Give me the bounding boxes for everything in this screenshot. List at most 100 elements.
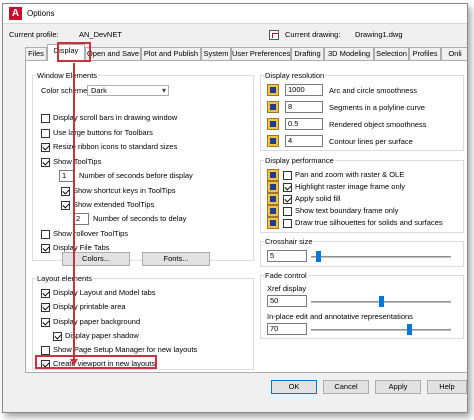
tab-selection[interactable]: Selection — [374, 47, 409, 61]
current-profile-value: AN_DevNET — [79, 30, 122, 39]
help-button[interactable]: Help — [427, 380, 467, 394]
crosshair-size-group: Crosshair size 5 — [260, 237, 464, 267]
tab-3d-modeling[interactable]: 3D Modeling — [324, 47, 374, 61]
paper-shadow-checkbox[interactable] — [53, 332, 62, 341]
inplace-edit-input[interactable]: 70 — [267, 323, 307, 335]
polyline-segments-input[interactable]: 8 — [285, 101, 323, 113]
contour-lines-icon — [267, 135, 279, 147]
shortcut-keys-label: Show shortcut keys in ToolTips — [73, 186, 176, 195]
paper-background-label: Display paper background — [53, 317, 141, 326]
tab-strip: Files Display Open and Save Plot and Pub… — [25, 44, 467, 61]
silhouettes-checkbox[interactable] — [283, 219, 292, 228]
xref-slider-thumb[interactable] — [379, 296, 384, 307]
inplace-edit-label: In-place edit and annotative representat… — [267, 312, 413, 321]
crosshair-size-input[interactable]: 5 — [267, 250, 307, 262]
drawing-icon — [269, 30, 279, 40]
tab-open-and-save[interactable]: Open and Save — [85, 47, 141, 61]
rendered-smoothness-label: Rendered object smoothness — [329, 120, 427, 129]
display-tab-content: Window Elements Color scheme: Dark Displ… — [25, 60, 467, 373]
display-performance-title: Display performance — [264, 156, 335, 165]
color-scheme-label: Color scheme: — [41, 86, 90, 95]
large-buttons-checkbox[interactable] — [41, 129, 50, 138]
fonts-button[interactable]: Fonts... — [142, 252, 210, 266]
scroll-bars-checkbox[interactable] — [41, 114, 50, 123]
highlight-raster-icon — [267, 181, 279, 193]
cancel-button[interactable]: Cancel — [323, 380, 369, 394]
profile-row: Current profile: AN_DevNET Current drawi… — [9, 30, 467, 42]
fade-control-title: Fade control — [264, 271, 308, 280]
paper-background-checkbox[interactable] — [41, 318, 50, 327]
rendered-smoothness-icon — [267, 118, 279, 130]
annotation-arrow-line — [73, 63, 75, 362]
xref-display-label: Xref display — [267, 284, 307, 293]
resize-ribbon-checkbox[interactable] — [41, 143, 50, 152]
tab-plot-and-publish[interactable]: Plot and Publish — [141, 47, 201, 61]
polyline-segments-label: Segments in a polyline curve — [329, 103, 425, 112]
color-scheme-value: Dark — [91, 86, 107, 95]
pan-zoom-label: Pan and zoom with raster & OLE — [295, 170, 405, 179]
display-resolution-title: Display resolution — [264, 71, 326, 80]
inplace-slider-track — [311, 329, 451, 331]
extended-tooltips-label: Show extended ToolTips — [73, 200, 155, 209]
scroll-bars-label: Display scroll bars in drawing window — [53, 113, 178, 122]
rollover-tooltips-checkbox[interactable] — [41, 230, 50, 239]
text-boundary-checkbox[interactable] — [283, 207, 292, 216]
crosshair-size-title: Crosshair size — [264, 237, 314, 246]
window-elements-title: Window Elements — [36, 71, 99, 80]
tab-drafting[interactable]: Drafting — [291, 47, 324, 61]
color-scheme-select[interactable]: Dark — [87, 85, 169, 96]
page-setup-manager-checkbox[interactable] — [41, 346, 50, 355]
extended-delay-input[interactable]: 2 — [73, 213, 89, 225]
shortcut-keys-checkbox[interactable] — [61, 187, 70, 196]
show-tooltips-checkbox[interactable] — [41, 158, 50, 167]
current-profile-label: Current profile: — [9, 30, 59, 39]
contour-lines-input[interactable]: 4 — [285, 135, 323, 147]
solid-fill-checkbox[interactable] — [283, 195, 292, 204]
pan-zoom-icon — [267, 169, 279, 181]
layout-model-tabs-checkbox[interactable] — [41, 289, 50, 298]
tab-system[interactable]: System — [201, 47, 231, 61]
polyline-segments-icon — [267, 101, 279, 113]
window-elements-group: Window Elements Color scheme: Dark Displ… — [32, 71, 254, 261]
tab-user-preferences[interactable]: User Preferences — [231, 47, 291, 61]
extended-tooltips-checkbox[interactable] — [61, 201, 70, 210]
tab-files[interactable]: Files — [25, 47, 47, 61]
display-tab-highlight — [57, 42, 91, 62]
silhouettes-label: Draw true silhouettes for solids and sur… — [295, 218, 443, 227]
highlight-raster-label: Highlight raster image frame only — [295, 182, 406, 191]
fade-control-group: Fade control Xref display 50 In-place ed… — [260, 271, 464, 339]
title-bar: A Options — [3, 4, 467, 24]
pan-zoom-checkbox[interactable] — [283, 171, 292, 180]
apply-button[interactable]: Apply — [375, 380, 421, 394]
arc-smoothness-label: Arc and circle smoothness — [329, 86, 417, 95]
silhouettes-icon — [267, 217, 279, 229]
contour-lines-label: Contour lines per surface — [329, 137, 413, 146]
inplace-slider-thumb[interactable] — [407, 324, 412, 335]
layout-model-tabs-label: Display Layout and Model tabs — [53, 288, 156, 297]
xref-display-input[interactable]: 50 — [267, 295, 307, 307]
show-tooltips-label: Show ToolTips — [53, 157, 102, 166]
tab-profiles[interactable]: Profiles — [409, 47, 441, 61]
printable-area-checkbox[interactable] — [41, 303, 50, 312]
display-resolution-group: Display resolution 1000 Arc and circle s… — [260, 71, 464, 151]
highlight-raster-checkbox[interactable] — [283, 183, 292, 192]
ok-button[interactable]: OK — [271, 380, 317, 394]
rollover-tooltips-label: Show rollover ToolTips — [53, 229, 129, 238]
large-buttons-label: Use large buttons for Toolbars — [53, 128, 153, 137]
text-boundary-icon — [267, 205, 279, 217]
tab-online[interactable]: Onli — [441, 47, 467, 61]
printable-area-label: Display printable area — [53, 302, 126, 311]
crosshair-slider-track — [311, 256, 451, 258]
file-tabs-checkbox[interactable] — [41, 244, 50, 253]
arc-smoothness-input[interactable]: 1000 — [285, 84, 323, 96]
window-title: Options — [27, 9, 55, 18]
text-boundary-label: Show text boundary frame only — [295, 206, 399, 215]
options-dialog: A Options Current profile: AN_DevNET Cur… — [2, 3, 468, 413]
tooltip-delay-label: Number of seconds before display — [79, 171, 193, 180]
autocad-icon: A — [9, 7, 22, 20]
rendered-smoothness-input[interactable]: 0.5 — [285, 118, 323, 130]
arc-smoothness-icon — [267, 84, 279, 96]
solid-fill-label: Apply solid fill — [295, 194, 341, 203]
layout-elements-title: Layout elements — [36, 274, 94, 283]
crosshair-slider-thumb[interactable] — [316, 251, 321, 262]
